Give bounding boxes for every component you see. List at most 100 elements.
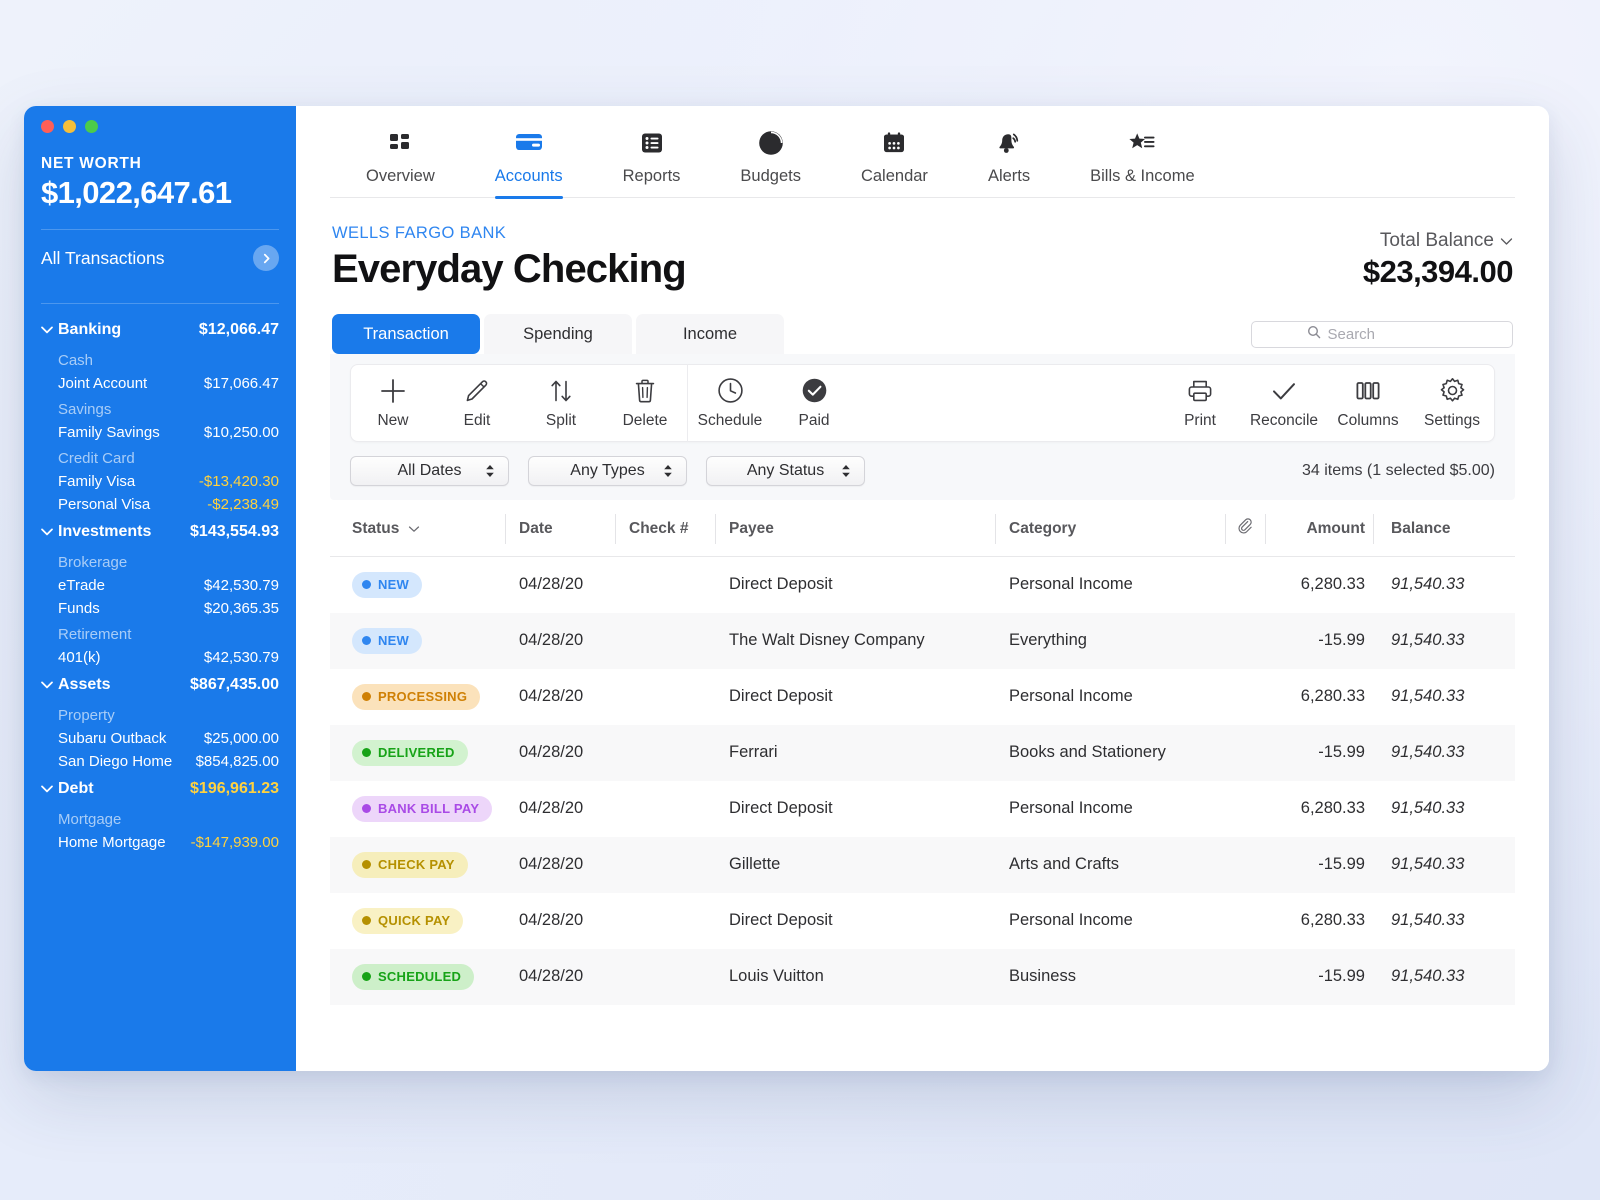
- filter-all-dates[interactable]: All Dates: [350, 456, 509, 486]
- sidebar-account-row[interactable]: Family Savings $10,250.00: [24, 421, 296, 444]
- toolbar-button-label: Paid: [798, 411, 830, 429]
- all-transactions-row[interactable]: All Transactions: [24, 230, 296, 285]
- sidebar-account-row[interactable]: Personal Visa -$2,238.49: [24, 493, 296, 516]
- toolbar-new-button[interactable]: New: [351, 377, 435, 430]
- column-header-balance[interactable]: Balance: [1373, 500, 1515, 557]
- close-window-button[interactable]: [41, 120, 54, 133]
- cell-date: 04/28/20: [519, 911, 584, 929]
- table-row[interactable]: NEW 04/28/20 Direct Deposit Personal Income…: [330, 557, 1515, 613]
- search-input[interactable]: [1327, 325, 1458, 343]
- toolbar-delete-button[interactable]: Delete: [603, 377, 687, 430]
- stepper-arrows-icon[interactable]: [840, 462, 852, 480]
- total-balance-label[interactable]: Total Balance: [1363, 230, 1513, 252]
- sidebar-account-row[interactable]: Home Mortgage -$147,939.00: [24, 831, 296, 854]
- chevron-down-icon[interactable]: [40, 680, 58, 690]
- toolbar-columns-button[interactable]: Columns: [1326, 377, 1410, 430]
- nav-item-overview[interactable]: Overview: [366, 128, 435, 197]
- column-header-amount[interactable]: Amount: [1265, 500, 1373, 557]
- nav-item-reports[interactable]: Reports: [623, 128, 680, 197]
- toolbar-print-button[interactable]: Print: [1158, 377, 1242, 430]
- column-header-date[interactable]: Date: [505, 500, 615, 557]
- cell-payee: Direct Deposit: [729, 687, 833, 705]
- column-header-payee[interactable]: Payee: [715, 500, 995, 557]
- table-row[interactable]: PROCESSING 04/28/20 Direct Deposit Personal…: [330, 669, 1515, 725]
- sort-chevron-down-icon[interactable]: [408, 520, 420, 538]
- sidebar-group-banking[interactable]: Banking $12,066.47: [24, 314, 296, 346]
- top-navigation: Overview Accounts Reports Budgets Calendar Al…: [330, 106, 1515, 199]
- nav-item-bills-income[interactable]: Bills & Income: [1090, 128, 1195, 197]
- trash-icon: [633, 377, 657, 405]
- chevron-down-icon[interactable]: [1500, 230, 1513, 252]
- tab-income[interactable]: Income: [636, 314, 784, 354]
- status-dot-icon: [362, 692, 371, 701]
- sidebar-account-row[interactable]: eTrade $42,530.79: [24, 574, 296, 597]
- total-balance-block[interactable]: Total Balance $23,394.00: [1363, 224, 1514, 290]
- column-header-category[interactable]: Category: [995, 500, 1225, 557]
- column-header-attachment[interactable]: [1225, 500, 1265, 557]
- toolbar-schedule-button[interactable]: Schedule: [688, 377, 772, 430]
- table-row[interactable]: DELIVERED 04/28/20 Ferrari Books and Statio…: [330, 724, 1515, 781]
- maximize-window-button[interactable]: [85, 120, 98, 133]
- toolbar-button-label: Delete: [622, 411, 668, 429]
- tab-spending[interactable]: Spending: [484, 314, 632, 354]
- sidebar-account-row[interactable]: Joint Account $17,066.47: [24, 372, 296, 395]
- sidebar-account-row[interactable]: Subaru Outback $25,000.00: [24, 727, 296, 750]
- sidebar-account-name: Personal Visa: [58, 496, 151, 513]
- sidebar-group-name: Investments: [58, 523, 152, 540]
- tab-transaction[interactable]: Transaction: [332, 314, 480, 354]
- column-header-check[interactable]: Check #: [615, 500, 715, 557]
- sidebar-account-amount: $17,066.47: [203, 375, 279, 392]
- sidebar-account-row[interactable]: Family Visa -$13,420.30: [24, 470, 296, 493]
- total-balance-label-text: Total Balance: [1379, 230, 1494, 251]
- columns-icon: [1355, 377, 1381, 405]
- cell-check: [615, 781, 715, 837]
- cell-category: Everything: [1009, 631, 1087, 649]
- sidebar-group-debt[interactable]: Debt $196,961.23: [24, 773, 296, 805]
- cell-attachment: [1225, 613, 1265, 669]
- chevron-down-icon[interactable]: [40, 325, 58, 335]
- view-tabs: Transaction Spending Income: [332, 314, 784, 354]
- sidebar-group-assets[interactable]: Assets $867,435.00: [24, 669, 296, 701]
- window-traffic-lights[interactable]: [24, 106, 296, 133]
- chevron-down-icon[interactable]: [40, 784, 58, 794]
- table-row[interactable]: SCHEDULED 04/28/20 Louis Vuitton Business -1…: [330, 948, 1515, 1005]
- cell-amount: 6,280.33: [1300, 799, 1365, 817]
- table-row[interactable]: BANK BILL PAY 04/28/20 Direct Deposit Perso…: [330, 781, 1515, 837]
- column-header-status[interactable]: Status: [330, 500, 505, 557]
- table-row[interactable]: NEW 04/28/20 The Walt Disney Company Everyt…: [330, 612, 1515, 669]
- sidebar-account-row[interactable]: San Diego Home $854,825.00: [24, 750, 296, 773]
- nav-item-budgets[interactable]: Budgets: [740, 128, 801, 197]
- toolbar-paid-button[interactable]: Paid: [772, 377, 856, 430]
- account-header: WELLS FARGO BANK Everyday Checking Total…: [296, 198, 1549, 292]
- sidebar-account-name: San Diego Home: [58, 753, 173, 770]
- stepper-arrows-icon[interactable]: [484, 462, 496, 480]
- minimize-window-button[interactable]: [63, 120, 76, 133]
- sidebar-account-row[interactable]: 401(k) $42,530.79: [24, 646, 296, 669]
- toolbar-button-label: Reconcile: [1249, 411, 1319, 429]
- table-row[interactable]: QUICK PAY 04/28/20 Direct Deposit Personal …: [330, 893, 1515, 949]
- toolbar-split-button[interactable]: Split: [519, 377, 603, 430]
- filter-any-types[interactable]: Any Types: [528, 456, 687, 486]
- main-content: Overview Accounts Reports Budgets Calendar Al…: [296, 106, 1549, 1071]
- nav-item-alerts[interactable]: Alerts: [988, 128, 1030, 197]
- nav-item-calendar[interactable]: Calendar: [861, 128, 928, 197]
- search-box[interactable]: [1251, 320, 1513, 348]
- filter-any-status[interactable]: Any Status: [706, 456, 865, 486]
- sidebar-account-row[interactable]: Funds $20,365.35: [24, 597, 296, 620]
- nav-item-accounts[interactable]: Accounts: [494, 128, 563, 199]
- status-badge: BANK BILL PAY: [352, 795, 493, 822]
- table-row[interactable]: CHECK PAY 04/28/20 Gillette Arts and Crafts…: [330, 836, 1515, 893]
- cell-attachment: [1225, 669, 1265, 725]
- status-badge: QUICK PAY: [352, 907, 464, 934]
- cell-status: NEW: [330, 613, 505, 669]
- cell-category: Personal Income: [1009, 575, 1133, 594]
- chevron-down-icon[interactable]: [40, 527, 58, 537]
- toolbar-settings-button[interactable]: Settings: [1410, 377, 1494, 430]
- sidebar-account-name: Funds: [58, 600, 100, 617]
- toolbar-reconcile-button[interactable]: Reconcile: [1242, 377, 1326, 430]
- stepper-arrows-icon[interactable]: [662, 462, 674, 480]
- toolbar-edit-button[interactable]: Edit: [435, 377, 519, 430]
- sidebar-group-investments[interactable]: Investments $143,554.93: [24, 516, 296, 548]
- chevron-right-icon[interactable]: [253, 245, 279, 271]
- filter-label: All Dates: [397, 462, 462, 479]
